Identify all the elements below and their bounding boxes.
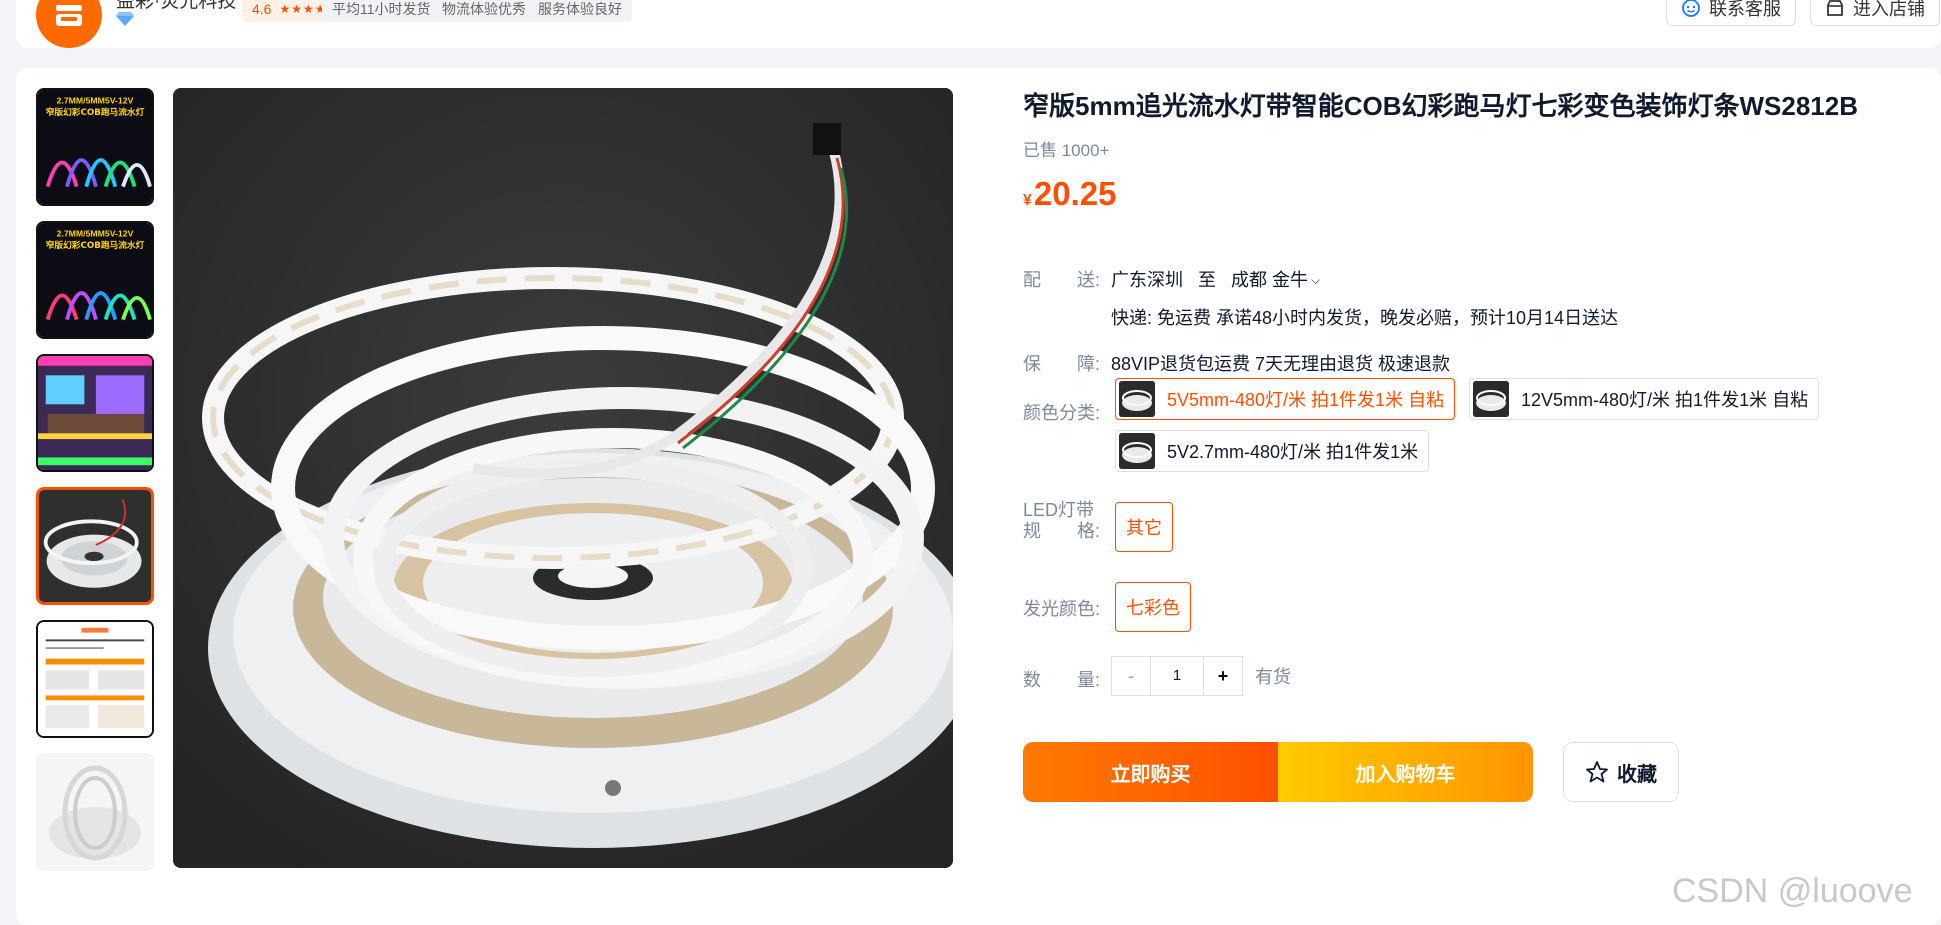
guarantee-label: 保 障: bbox=[1023, 354, 1101, 374]
thumbnail-2[interactable]: 2.7MM/5MM5V-12V 窄版幻彩COB跑马流水灯 bbox=[36, 221, 154, 339]
shipping-detail: 快递: 免运费 承诺48小时内发货，晚发必赔，预计10月14日送达 bbox=[1111, 308, 1619, 328]
main-product-image[interactable] bbox=[173, 88, 953, 868]
shop-tag-service: 服务体验良好 bbox=[528, 0, 632, 22]
light-color-option-selected[interactable]: 七彩色 bbox=[1115, 582, 1191, 632]
thumbnail-2-caption: 2.7MM/5MM5V-12V bbox=[57, 229, 134, 239]
color-option-1-selected[interactable]: 5V5mm-480灯/米 拍1件发1米 自粘 bbox=[1115, 378, 1456, 420]
favorite-label: 收藏 bbox=[1617, 763, 1657, 786]
spec-option-selected[interactable]: 其它 bbox=[1115, 502, 1173, 552]
thumbnail-4-image bbox=[39, 490, 151, 602]
color-option-3-label: 5V2.7mm-480灯/米 拍1件发1米 bbox=[1167, 442, 1419, 462]
customer-service-icon bbox=[1682, 0, 1700, 17]
thumbnail-6[interactable] bbox=[36, 753, 154, 871]
color-option-3-thumb bbox=[1119, 433, 1155, 469]
diamond-icon bbox=[116, 12, 134, 26]
chevron-down-icon: ⌵ bbox=[1311, 273, 1321, 287]
color-option-1-label: 5V5mm-480灯/米 拍1件发1米 自粘 bbox=[1167, 390, 1445, 410]
thumbnail-1-subcaption: 窄版幻彩COB跑马流水灯 bbox=[46, 106, 145, 118]
shipping-to-word: 至 bbox=[1198, 270, 1217, 290]
add-to-cart-button[interactable]: 加入购物车 bbox=[1278, 742, 1533, 802]
rating-value: 4.6 bbox=[252, 1, 272, 17]
color-option-3[interactable]: 5V2.7mm-480灯/米 拍1件发1米 bbox=[1115, 430, 1430, 472]
contact-service-button[interactable]: 联系客服 bbox=[1666, 0, 1796, 26]
contact-service-label: 联系客服 bbox=[1709, 0, 1781, 19]
quantity-label: 数 量: bbox=[1023, 670, 1101, 690]
shop-header: 益彩·荧光科技 4.6 ★★★★★ 平均11小时发货 物流体验优秀 服务体验良好… bbox=[16, 0, 1941, 48]
shipping-destination-select[interactable]: 成都 金牛 ⌵ bbox=[1231, 270, 1320, 290]
thumbnail-2-subcaption: 窄版幻彩COB跑马流水灯 bbox=[46, 239, 145, 251]
product-info: 窄版5mm追光流水灯带智能COB幻彩跑马灯七彩变色装饰灯条WS2812B 已售 … bbox=[1023, 88, 1923, 802]
star-icon bbox=[1586, 761, 1608, 783]
thumbnail-6-image bbox=[36, 753, 154, 871]
light-color-row: 发光颜色: bbox=[1023, 595, 1111, 621]
product-title: 窄版5mm追光流水灯带智能COB幻彩跑马灯七彩变色装饰灯条WS2812B bbox=[1023, 91, 1858, 121]
stock-status: 有货 bbox=[1255, 667, 1291, 687]
thumbnail-1-image: 2.7MM/5MM5V-12V 窄版幻彩COB跑马流水灯 bbox=[38, 90, 152, 204]
spec-label-row: LED灯带 规 格: bbox=[1023, 500, 1100, 542]
color-option-2-label: 12V5mm-480灯/米 拍1件发1米 自粘 bbox=[1521, 390, 1809, 410]
favorite-button[interactable]: 收藏 bbox=[1563, 742, 1679, 802]
color-option-2-thumb bbox=[1473, 381, 1509, 417]
spec-label: LED灯带 规 格: bbox=[1023, 500, 1100, 542]
quantity-increase-button[interactable]: + bbox=[1203, 656, 1243, 696]
price: ¥ 20.25 bbox=[1023, 175, 1923, 213]
color-option-label: 颜色分类: bbox=[1023, 403, 1101, 423]
thumbnail-3-image bbox=[38, 356, 152, 470]
color-option-2[interactable]: 12V5mm-480灯/米 拍1件发1米 自粘 bbox=[1469, 378, 1820, 420]
shop-name[interactable]: 益彩·荧光科技 bbox=[116, 0, 236, 13]
enter-shop-button[interactable]: 进入店铺 bbox=[1810, 0, 1940, 26]
thumbnail-1-caption: 2.7MM/5MM5V-12V bbox=[57, 96, 134, 106]
spec-label-line2: 规 格: bbox=[1023, 521, 1101, 541]
quantity-row: 数 量: bbox=[1023, 666, 1111, 692]
spec-label-line1: LED灯带 bbox=[1023, 500, 1095, 520]
thumbnail-5-image bbox=[38, 622, 152, 736]
shop-tag-logistics: 物流体验优秀 bbox=[432, 0, 536, 22]
quantity-input[interactable]: 1 bbox=[1151, 656, 1203, 696]
thumbnail-1[interactable]: 2.7MM/5MM5V-12V 窄版幻彩COB跑马流水灯 bbox=[36, 88, 154, 206]
light-color-label: 发光颜色: bbox=[1023, 599, 1101, 619]
enter-shop-label: 进入店铺 bbox=[1853, 0, 1925, 19]
thumbnail-4-selected[interactable] bbox=[36, 487, 154, 605]
product-card: 2.7MM/5MM5V-12V 窄版幻彩COB跑马流水灯 2.7MM/5MM5V… bbox=[16, 68, 1941, 925]
buy-now-button[interactable]: 立即购买 bbox=[1023, 742, 1278, 802]
guarantee-row: 保 障: 88VIP退货包运费 7天无理由退货 极速退款 bbox=[1023, 350, 1450, 376]
shipping-destination: 成都 金牛 bbox=[1231, 270, 1309, 290]
shipping-route: 广东深圳 至 成都 金牛 ⌵ bbox=[1111, 266, 1618, 292]
guarantee-value[interactable]: 88VIP退货包运费 7天无理由退货 极速退款 bbox=[1111, 350, 1450, 376]
thumbnail-5[interactable] bbox=[36, 620, 154, 738]
price-value: 20.25 bbox=[1033, 175, 1117, 213]
shop-icon bbox=[1827, 0, 1843, 16]
shop-logo[interactable] bbox=[36, 0, 102, 48]
led-strip-reel-image bbox=[173, 88, 953, 868]
shop-logo-icon bbox=[56, 5, 82, 26]
shipping-label: 配 送: bbox=[1023, 270, 1101, 290]
color-label-row: 颜色分类: bbox=[1023, 399, 1111, 425]
quantity-stepper: - 1 + 有货 bbox=[1111, 656, 1291, 696]
quantity-decrease-button[interactable]: - bbox=[1111, 656, 1151, 696]
thumbnail-list: 2.7MM/5MM5V-12V 窄版幻彩COB跑马流水灯 2.7MM/5MM5V… bbox=[36, 88, 154, 886]
shipping-row: 配 送: 广东深圳 至 成都 金牛 ⌵ 快递: 免运费 承诺48小时内发货，晚发必… bbox=[1023, 266, 1618, 330]
watermark: CSDN @luoove bbox=[1672, 872, 1913, 910]
shop-tag-shipping: 平均11小时发货 bbox=[322, 0, 441, 22]
color-option-1-thumb bbox=[1119, 381, 1155, 417]
thumbnail-2-image: 2.7MM/5MM5V-12V 窄版幻彩COB跑马流水灯 bbox=[38, 223, 152, 337]
price-currency: ¥ bbox=[1023, 192, 1032, 210]
thumbnail-3[interactable] bbox=[36, 354, 154, 472]
sold-count: 已售 1000+ bbox=[1023, 141, 1110, 161]
shipping-from: 广东深圳 bbox=[1111, 270, 1183, 290]
